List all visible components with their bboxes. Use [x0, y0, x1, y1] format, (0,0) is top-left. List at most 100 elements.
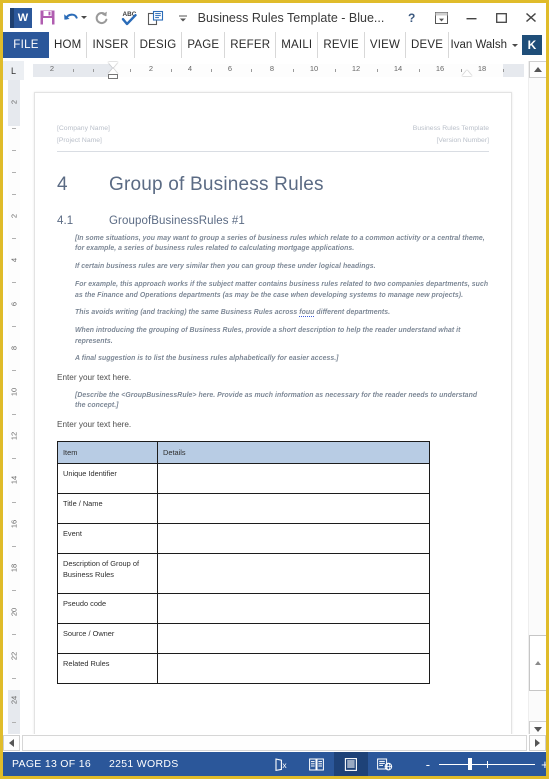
read-mode-button[interactable]: [300, 752, 334, 776]
zoom-slider-thumb[interactable]: [467, 758, 472, 770]
header-version-number: [Version Number]: [436, 136, 489, 144]
tab-home[interactable]: HOM: [49, 32, 88, 58]
guide-paragraph: If certain business rules are very simil…: [75, 263, 376, 271]
word-logo-icon: W: [7, 6, 34, 30]
table-cell-item: Pseudo code: [57, 593, 158, 625]
document-page[interactable]: [Company Name] [Project Name] Business R…: [34, 92, 512, 738]
undo-icon[interactable]: [61, 6, 88, 30]
header-company-name: [Company Name]: [57, 125, 110, 132]
right-indent-marker[interactable]: [462, 70, 472, 76]
table-cell-item: Related Rules: [57, 653, 158, 685]
table-row[interactable]: Unique Identifier: [57, 463, 430, 495]
table-row[interactable]: Event: [57, 523, 430, 555]
table-cell-details[interactable]: [157, 553, 430, 595]
avatar[interactable]: K: [522, 35, 542, 55]
tab-view[interactable]: VIEW: [365, 32, 407, 58]
vruler-label: 10: [9, 387, 19, 397]
enter-your-text-placeholder[interactable]: Enter your text here.: [57, 419, 489, 430]
account-dropdown-caret-icon[interactable]: [512, 43, 518, 47]
tab-references[interactable]: REFER: [225, 32, 277, 58]
window-title: Business Rules Template - Blue...: [197, 10, 385, 25]
left-indent-marker[interactable]: [108, 74, 118, 79]
vruler-label: 6: [9, 301, 19, 307]
tab-mailings[interactable]: MAILI: [276, 32, 319, 58]
tab-insert[interactable]: INSER: [87, 32, 135, 58]
maximize-button[interactable]: [486, 5, 516, 31]
ribbon-tab-strip: FILE HOM INSER DESIG PAGE REFER MAILI RE…: [3, 32, 546, 59]
ribbon-display-options-button[interactable]: [426, 5, 456, 31]
horizontal-scrollbar[interactable]: [3, 734, 546, 752]
vertical-ruler[interactable]: 2 2 4 6 8 10 12 14 16 18 20 22 24: [3, 80, 25, 738]
table-row[interactable]: Pseudo code: [57, 593, 430, 625]
status-page-indicator[interactable]: PAGE 13 OF 16: [3, 758, 100, 770]
table-cell-details[interactable]: [157, 463, 430, 495]
table-header-item: Item: [57, 441, 158, 465]
spelling-error-word[interactable]: fouu: [299, 309, 315, 318]
table-cell-item: Title / Name: [57, 493, 158, 525]
heading-1-number: 4: [57, 173, 68, 195]
tab-file[interactable]: FILE: [3, 32, 49, 58]
ruler-right-margin: [504, 64, 524, 77]
table-cell-details[interactable]: [157, 653, 430, 685]
customize-qat-icon[interactable]: [169, 6, 196, 30]
table-row[interactable]: Source / Owner: [57, 623, 430, 655]
help-button[interactable]: ?: [396, 5, 426, 31]
table-cell-details[interactable]: [157, 623, 430, 655]
header-project-name: [Project Name]: [57, 136, 102, 144]
tab-selector-button[interactable]: L: [3, 61, 25, 80]
print-preview-icon[interactable]: [142, 6, 169, 30]
ruler-label: 16: [435, 64, 445, 73]
table-row[interactable]: Title / Name: [57, 493, 430, 525]
vruler-label: 14: [9, 475, 19, 485]
horizontal-ruler[interactable]: L 2 2 4 6 8 10 12 14 16 18: [3, 61, 546, 80]
table-row[interactable]: Description of Group of Business Rules: [57, 553, 430, 595]
zoom-slider-midpoint-tick: [486, 760, 488, 768]
tab-review[interactable]: REVIE: [318, 32, 365, 58]
heading-2: 4.1 GroupofBusinessRules #1: [57, 215, 489, 227]
ruler-label: 2: [49, 64, 55, 73]
table-cell-item: Event: [57, 523, 158, 555]
web-layout-button[interactable]: [368, 752, 402, 776]
guide-paragraph-with-spelling-error: This avoids writing (and tracking) the s…: [75, 308, 489, 319]
horizontal-scrollbar-track[interactable]: [22, 735, 527, 751]
print-layout-button[interactable]: [333, 752, 368, 776]
enter-your-text-placeholder[interactable]: Enter your text here.: [57, 372, 489, 383]
table-cell-details[interactable]: [157, 523, 430, 555]
scroll-up-button[interactable]: [529, 61, 546, 78]
save-icon[interactable]: [34, 6, 61, 30]
tab-page-layout[interactable]: PAGE: [182, 32, 226, 58]
redo-icon[interactable]: [88, 6, 115, 30]
chevron-right-icon: [535, 739, 540, 747]
heading-2-text: GroupofBusinessRules #1: [109, 214, 245, 227]
describe-guide-paragraph: [Describe the <GroupBusinessRule> here. …: [75, 391, 478, 410]
zoom-slider[interactable]: [438, 758, 535, 770]
tab-developer[interactable]: DEVE: [406, 32, 450, 58]
zoom-out-button[interactable]: -: [424, 757, 433, 772]
status-word-count[interactable]: 2251 WORDS: [100, 758, 188, 770]
table-row[interactable]: Related Rules: [57, 653, 430, 685]
account-area[interactable]: Ivan Walsh K: [451, 32, 546, 58]
undo-dropdown-caret-icon[interactable]: [81, 16, 87, 19]
spell-check-icon[interactable]: x: [266, 752, 300, 776]
ruler-label: 18: [477, 64, 487, 73]
quick-access-toolbar: W ABC: [3, 6, 196, 30]
scroll-left-button[interactable]: [3, 735, 20, 751]
minimize-button[interactable]: [456, 5, 486, 31]
tab-design[interactable]: DESIG: [135, 32, 183, 58]
table-cell-details[interactable]: [157, 593, 430, 625]
close-button[interactable]: [516, 5, 546, 31]
spelling-icon[interactable]: ABC: [115, 6, 142, 30]
vertical-scrollbar-thumb[interactable]: [529, 635, 546, 691]
horizontal-ruler-track[interactable]: 2 2 4 6 8 10 12 14 16 18: [25, 61, 546, 80]
zoom-in-button[interactable]: +: [541, 757, 546, 772]
table-cell-details[interactable]: [157, 493, 430, 525]
status-view-controls: x: [266, 752, 402, 776]
chevron-left-icon: [9, 739, 14, 747]
zoom-control[interactable]: - + 60%: [424, 757, 546, 772]
business-rules-table[interactable]: Item Details Unique Identifier Title / N…: [57, 441, 430, 685]
scroll-right-button[interactable]: [529, 735, 546, 751]
vertical-scrollbar[interactable]: [528, 61, 546, 738]
document-canvas[interactable]: [Company Name] [Project Name] Business R…: [25, 80, 528, 738]
document-header: [Company Name] [Project Name] Business R…: [53, 123, 493, 147]
vruler-label: 18: [9, 563, 19, 573]
